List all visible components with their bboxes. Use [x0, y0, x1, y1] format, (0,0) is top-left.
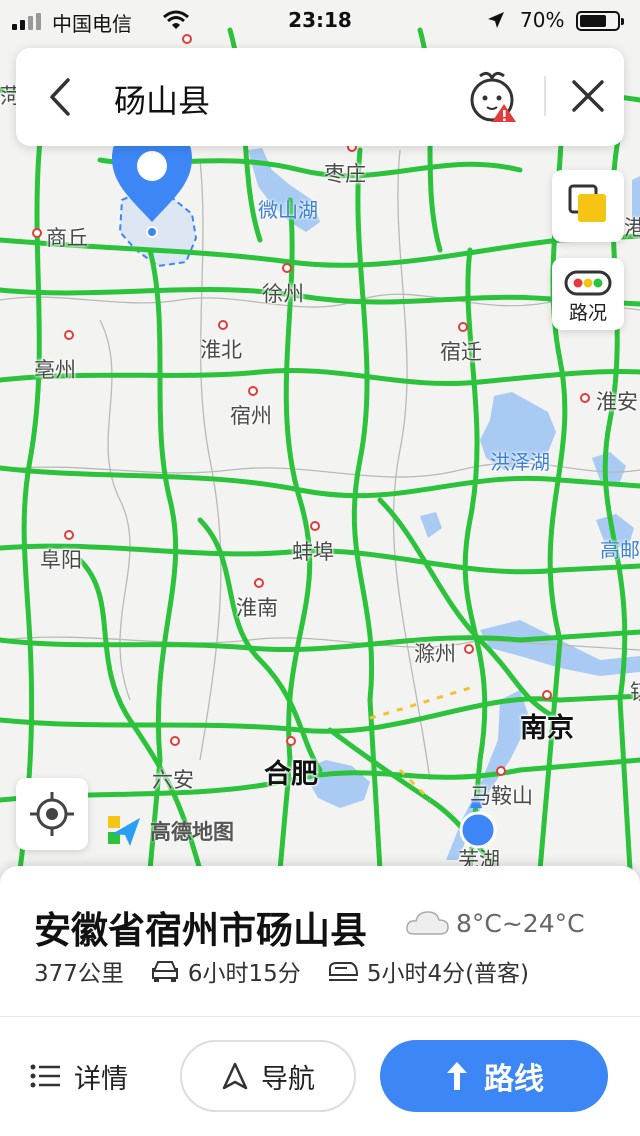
status-bar: 中国电信 23:18 70% [0, 0, 640, 40]
city-label-huaibei: 淮北 [200, 338, 242, 362]
city-dot [458, 322, 468, 332]
route-button[interactable]: 路线 [380, 1040, 608, 1112]
train-time-text: 5小时4分(普客) [366, 961, 530, 987]
city-label-nanjing: 南京 [520, 713, 574, 744]
city-label-shangqiu: 商丘 [46, 226, 88, 250]
crosshair-icon [30, 792, 74, 836]
city-dot [542, 690, 552, 700]
city-dot [64, 330, 74, 340]
map-layers-button[interactable] [552, 170, 624, 242]
city-label-bengbu: 蚌埠 [292, 540, 334, 564]
city-dot [310, 521, 320, 531]
navigate-button[interactable]: 导航 [180, 1040, 356, 1112]
navigation-arrow-icon [222, 1062, 248, 1090]
city-label-hefei: 合肥 [264, 759, 318, 790]
city-label-suqian: 宿迁 [440, 340, 482, 364]
city-label-edge-right-top: 港 [624, 216, 640, 240]
city-label-huaian: 淮安 [596, 390, 638, 414]
city-label-edge-right-mid: 镇 [630, 676, 640, 706]
city-label-gaoyou: 高邮 [600, 538, 640, 562]
weather-temp: 8°C~24°C [456, 908, 585, 938]
city-label-zaozhuang: 枣庄 [324, 162, 366, 186]
city-dot [248, 386, 258, 396]
train-icon [328, 962, 358, 981]
layers-icon [568, 184, 606, 222]
map-brand: 高德地图 [106, 812, 234, 850]
city-dot [282, 263, 292, 273]
battery-icon [576, 11, 624, 31]
traffic-light-icon [564, 270, 612, 296]
card-divider [0, 1016, 640, 1017]
traffic-label: 路况 [568, 302, 607, 324]
city-dot [64, 530, 74, 540]
city-dot [218, 320, 228, 330]
voice-assistant-mascot-icon[interactable] [462, 70, 522, 126]
city-dot [496, 766, 506, 776]
details-label: 详情 [74, 1063, 128, 1095]
city-label-huainan: 淮南 [236, 596, 278, 620]
city-dot [170, 736, 180, 746]
lake-label-weishan: 微山湖 [258, 198, 318, 222]
distance-text: 377公里 [34, 961, 124, 987]
city-label-suzhou: 宿州 [230, 404, 272, 428]
navigate-label: 导航 [261, 1063, 315, 1095]
city-label-bozhou: 亳州 [34, 358, 76, 382]
drive-time-text: 6小时15分 [187, 961, 301, 987]
traffic-toggle-button[interactable]: 路况 [552, 258, 624, 330]
brand-label: 高德地图 [150, 820, 234, 844]
city-label-fuyang: 阜阳 [40, 548, 82, 572]
amap-logo-icon [108, 816, 140, 846]
city-dot [286, 736, 296, 746]
cloud-icon [406, 911, 449, 935]
list-icon [30, 1064, 60, 1088]
city-label-chuzhou: 滁州 [414, 642, 456, 666]
place-title: 安徽省宿州市砀山县 [34, 909, 367, 952]
close-icon[interactable] [568, 76, 608, 116]
city-dot [254, 578, 264, 588]
city-label-luan: 六安 [152, 768, 194, 792]
travel-meta: 377公里 6小时15分 5小时4分(普客) [34, 954, 529, 988]
route-arrow-icon [447, 1062, 467, 1090]
weather-info: 8°C~24°C [404, 908, 585, 938]
place-info-card: 安徽省宿州市砀山县 8°C~24°C 377公里 6小时15分 5小时4分(普客… [0, 866, 640, 1136]
city-dot [32, 228, 42, 238]
back-arrow-icon[interactable] [40, 74, 84, 120]
city-dot [580, 393, 590, 403]
locate-me-button[interactable] [16, 778, 88, 850]
route-label: 路线 [484, 1062, 544, 1097]
city-dot [464, 644, 474, 654]
battery-percent: 70% [520, 8, 565, 32]
details-button[interactable]: 详情 [30, 1040, 128, 1112]
location-arrow-icon [488, 12, 504, 28]
city-label-xuzhou: 徐州 [262, 282, 304, 306]
lake-label-hongze: 洪泽湖 [490, 450, 550, 474]
search-bar: 砀山县 [16, 48, 624, 146]
search-query-text[interactable]: 砀山县 [114, 76, 210, 122]
car-icon [151, 961, 178, 982]
search-divider [544, 76, 546, 116]
city-label-maanshan: 马鞍山 [470, 784, 533, 808]
congestion-segments [369, 686, 471, 802]
